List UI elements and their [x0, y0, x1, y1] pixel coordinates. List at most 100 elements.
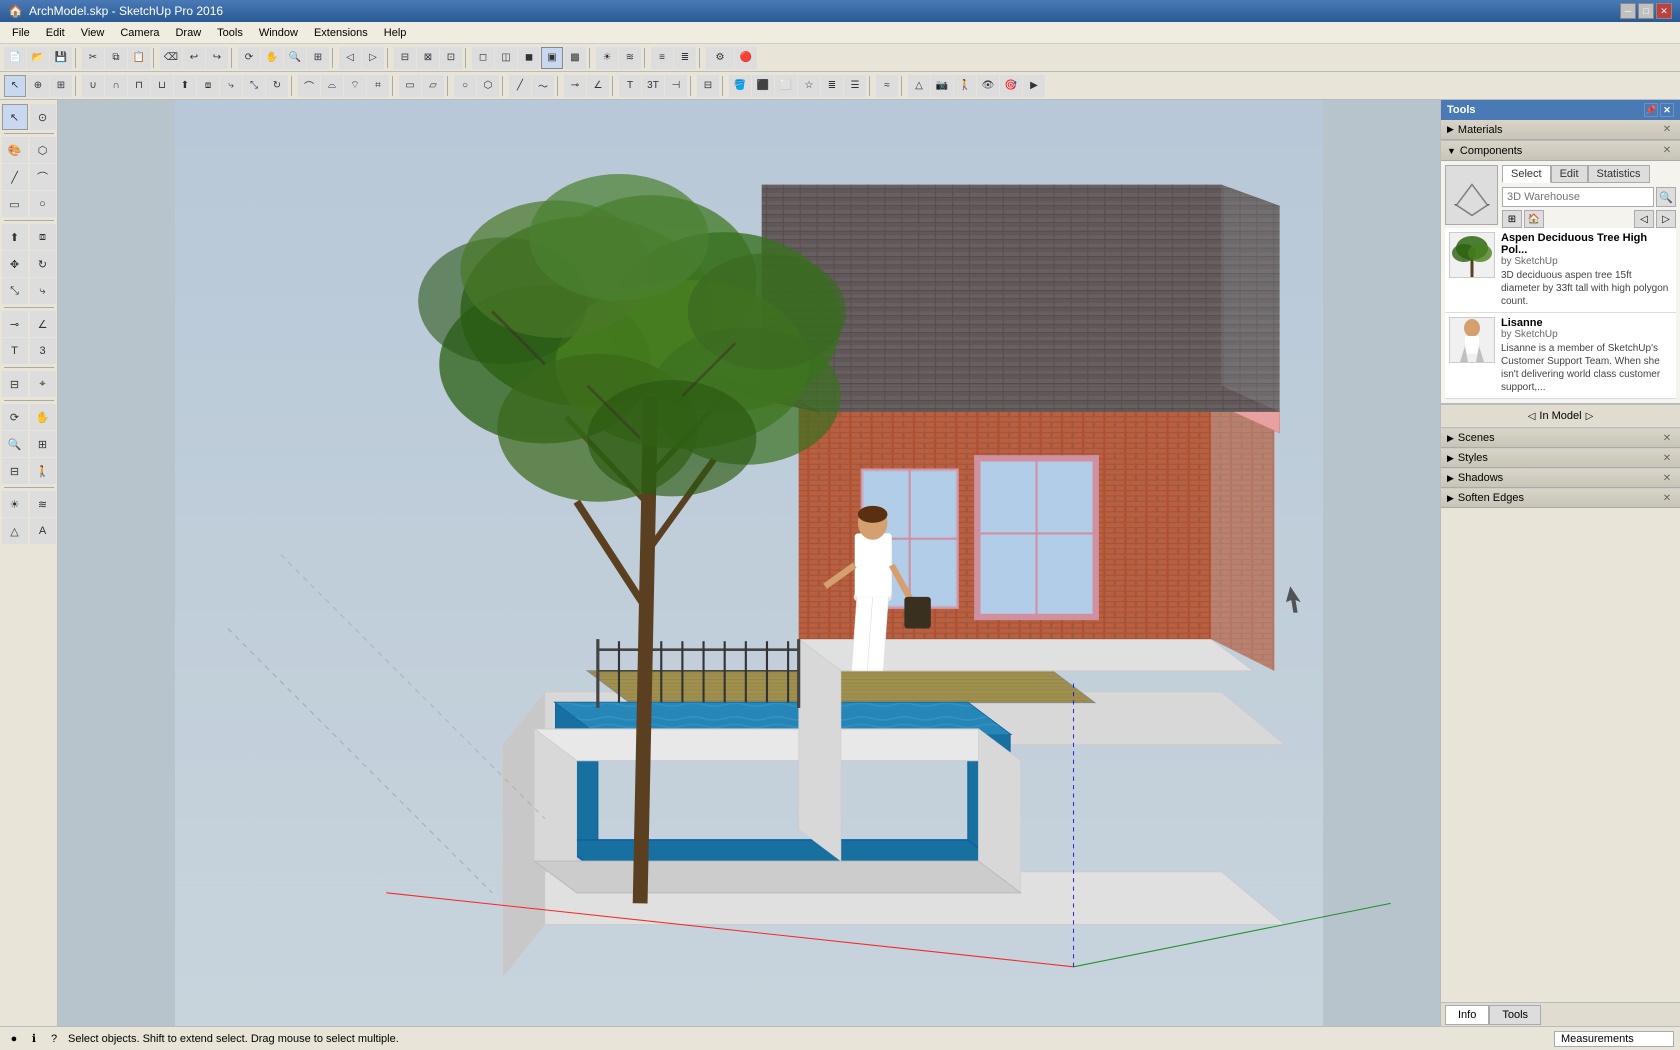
line-button[interactable]: ╱: [509, 75, 531, 97]
info-tab[interactable]: Info: [1445, 1005, 1489, 1025]
rectangle-button[interactable]: ▭: [399, 75, 421, 97]
pan-lt-button[interactable]: ✋: [30, 404, 56, 430]
component-select-lt-button[interactable]: ⊙: [30, 104, 56, 130]
tab-edit[interactable]: Edit: [1551, 165, 1588, 183]
zoomwindow-lt-button[interactable]: ⊞: [30, 431, 56, 457]
walk-tool-button[interactable]: 🚶: [954, 75, 976, 97]
zoomextents-lt-button[interactable]: ⊟: [2, 458, 28, 484]
comp-item-lisanne[interactable]: Lisanne by SketchUp Lisanne is a member …: [1445, 313, 1676, 399]
hidden-line-button[interactable]: ◫: [495, 47, 517, 69]
solid-intersect-button[interactable]: ⊓: [128, 75, 150, 97]
zoom-extents-button[interactable]: ⊞: [307, 47, 329, 69]
tab-statistics[interactable]: Statistics: [1588, 165, 1650, 183]
styles-header[interactable]: ▶ Styles ✕: [1441, 448, 1680, 468]
copy-button[interactable]: ⧉: [105, 47, 127, 69]
menu-tools[interactable]: Tools: [209, 25, 251, 41]
advanced-cam-button[interactable]: 📷: [931, 75, 953, 97]
rotate-lt-button[interactable]: ↻: [30, 251, 56, 277]
menu-extensions[interactable]: Extensions: [306, 25, 376, 41]
panel-close-button[interactable]: ✕: [1660, 103, 1674, 117]
fog-button[interactable]: ≋: [619, 47, 641, 69]
menu-camera[interactable]: Camera: [112, 25, 167, 41]
select-lt-button[interactable]: ↖: [2, 104, 28, 130]
scenes-header[interactable]: ▶ Scenes ✕: [1441, 428, 1680, 448]
comp-item-tree[interactable]: Aspen Deciduous Tree High Pol... by Sket…: [1445, 228, 1676, 313]
soften-edges-close[interactable]: ✕: [1660, 491, 1674, 505]
fog-lt-button[interactable]: ≋: [30, 491, 56, 517]
protractor-button[interactable]: ∠: [587, 75, 609, 97]
search-button[interactable]: 🔍: [1656, 187, 1676, 207]
look-around-button[interactable]: 👁: [977, 75, 999, 97]
components-header[interactable]: ▼ Components ✕: [1441, 141, 1680, 161]
styles-panel-button[interactable]: ☆: [798, 75, 820, 97]
position-cam-button[interactable]: 🎯: [1000, 75, 1022, 97]
solid-sub-button[interactable]: ∩: [105, 75, 127, 97]
text-lt-button[interactable]: T: [2, 338, 28, 364]
save-button[interactable]: 💾: [50, 47, 72, 69]
menu-help[interactable]: Help: [376, 25, 415, 41]
menu-view[interactable]: View: [73, 25, 113, 41]
panel-pin-button[interactable]: 📌: [1644, 103, 1658, 117]
monochrome-button[interactable]: ▩: [564, 47, 586, 69]
arc-lt-button[interactable]: ⌒: [30, 164, 56, 190]
advcam-lt-button[interactable]: A: [30, 518, 56, 544]
layers-panel-button[interactable]: ≣: [821, 75, 843, 97]
menu-file[interactable]: File: [4, 25, 38, 41]
ext-icon2[interactable]: 🔴: [735, 47, 757, 69]
ext-icon1[interactable]: ⚙: [706, 47, 734, 69]
open-button[interactable]: 📂: [27, 47, 49, 69]
orbit-lt-button[interactable]: ⟳: [2, 404, 28, 430]
soften-edges-button[interactable]: ≈: [876, 75, 898, 97]
select-tool-button[interactable]: ↖: [4, 75, 26, 97]
status-icon-question[interactable]: ?: [46, 1031, 62, 1047]
forward-button[interactable]: ▷: [1656, 210, 1676, 228]
protractor-lt-button[interactable]: ∠: [30, 311, 56, 337]
materials-panel-button[interactable]: ⬛: [752, 75, 774, 97]
rect-lt-button[interactable]: ▭: [2, 191, 28, 217]
textured-button[interactable]: ▣: [541, 47, 563, 69]
next-camera-button[interactable]: ▷: [362, 47, 384, 69]
polygon-button[interactable]: ⬡: [477, 75, 499, 97]
search-input[interactable]: [1502, 187, 1654, 207]
minimize-button[interactable]: ─: [1620, 3, 1636, 19]
status-icon-info[interactable]: ℹ: [26, 1031, 42, 1047]
prev-camera-button[interactable]: ◁: [339, 47, 361, 69]
shadows-header[interactable]: ▶ Shadows ✕: [1441, 468, 1680, 488]
materials-close[interactable]: ✕: [1660, 123, 1674, 137]
tape-lt-button[interactable]: ⊸: [2, 311, 28, 337]
tab-select[interactable]: Select: [1502, 165, 1551, 183]
paint-bucket-button[interactable]: 🪣: [729, 75, 751, 97]
circle-lt-button[interactable]: ○: [30, 191, 56, 217]
components-close[interactable]: ✕: [1660, 144, 1674, 158]
component-explode-button[interactable]: ⊕: [27, 75, 49, 97]
rotate-button[interactable]: ↻: [266, 75, 288, 97]
close-button[interactable]: ✕: [1656, 3, 1672, 19]
follow-me-button[interactable]: ⤷: [220, 75, 242, 97]
zoom-button[interactable]: 🔍: [284, 47, 306, 69]
3pt-arc-button[interactable]: ⌔: [344, 75, 366, 97]
depth-cue-button[interactable]: ≣: [674, 47, 696, 69]
preview-button[interactable]: ▶: [1023, 75, 1045, 97]
grid-view-button[interactable]: ⊞: [1502, 210, 1522, 228]
move-lt-button[interactable]: ✥: [2, 251, 28, 277]
3d-text-button[interactable]: 3T: [642, 75, 664, 97]
wireframe-button[interactable]: ◻: [472, 47, 494, 69]
in-model-left-arrow[interactable]: ◁: [1528, 411, 1536, 422]
home-button[interactable]: 🏠: [1524, 210, 1544, 228]
paint-lt-button[interactable]: 🎨: [2, 137, 28, 163]
viewport[interactable]: [58, 100, 1440, 1026]
axes-lt-button[interactable]: ⌖: [30, 371, 56, 397]
sandbox-lt-button[interactable]: △: [2, 518, 28, 544]
styles-close[interactable]: ✕: [1660, 451, 1674, 465]
pie-button[interactable]: ⌗: [367, 75, 389, 97]
redo-button[interactable]: ↪: [206, 47, 228, 69]
line-lt-button[interactable]: ╱: [2, 164, 28, 190]
soften-edges-header[interactable]: ▶ Soften Edges ✕: [1441, 488, 1680, 508]
shaded-button[interactable]: ◼: [518, 47, 540, 69]
dimension-button[interactable]: ⊣: [665, 75, 687, 97]
orbit-button[interactable]: ⟳: [238, 47, 260, 69]
scale-button[interactable]: ⤡: [243, 75, 265, 97]
freehand-button[interactable]: 〜: [532, 75, 554, 97]
menu-window[interactable]: Window: [251, 25, 306, 41]
section-cut-button[interactable]: ⊠: [417, 47, 439, 69]
